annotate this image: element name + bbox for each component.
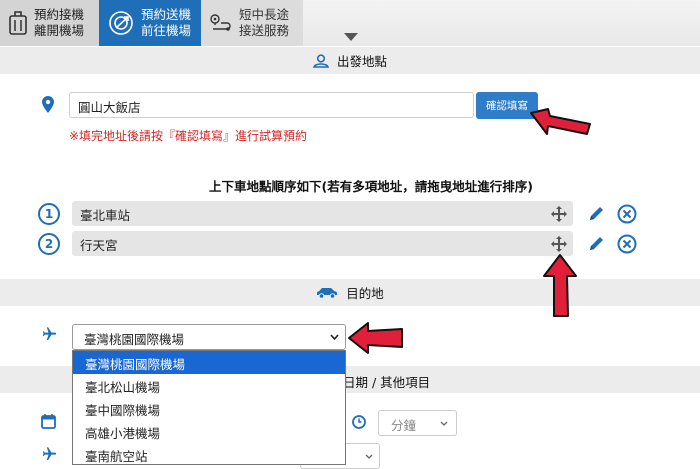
move-handle-icon[interactable] [551, 206, 567, 222]
move-handle-icon[interactable] [551, 236, 567, 252]
departure-header-label: 出發地點 [336, 54, 387, 69]
map-marker-icon [42, 96, 54, 113]
stop-row-2[interactable]: 行天宮 [72, 231, 573, 256]
departure-header: 出發地點 [0, 47, 700, 74]
stop-name: 臺北車站 [80, 208, 131, 223]
person-pin-icon [312, 53, 329, 68]
date-header-label: 日期 / 其他項目 [343, 375, 431, 390]
destination-header: 目的地 [0, 279, 700, 306]
car-icon [317, 287, 338, 299]
calendar-icon [41, 414, 56, 429]
dropdown-option[interactable]: 高雄小港機場 [73, 420, 345, 443]
chevron-down-icon [440, 421, 448, 426]
address-input[interactable]: 圓山大飯店 [69, 92, 474, 118]
destination-select[interactable]: 臺灣桃園國際機場 [72, 324, 346, 350]
dropdown-option[interactable]: 臺灣桃園國際機場 [73, 351, 345, 374]
chevron-down-icon [330, 334, 339, 340]
edit-pencil-icon[interactable] [588, 235, 605, 252]
edit-pencil-icon[interactable] [588, 205, 605, 222]
airplane-icon [42, 327, 57, 340]
tab-long-distance[interactable]: 短中長途 接送服務 [201, 0, 303, 46]
chevron-down-icon [365, 454, 373, 459]
tab-label: 預約接機 離開機場 [34, 7, 85, 38]
tab-label: 短中長途 接送服務 [239, 7, 290, 38]
annotation-arrow-move [543, 254, 577, 317]
stop-order-title: 上下車地點順序如下(若有多項地址，請拖曳地址進行排序) [209, 179, 533, 194]
airplane-icon [42, 447, 57, 460]
address-warning: ※填完地址後請按『確認填寫』進行試算預約 [69, 129, 308, 143]
tab-label: 預約送機 前往機場 [141, 7, 192, 38]
stop-number-1: 1 [38, 203, 60, 225]
dropdown-option[interactable]: 臺南航空站 [73, 443, 345, 466]
luggage-icon [9, 11, 27, 35]
stop-row-1[interactable]: 臺北車站 [72, 201, 573, 226]
tab-airport-dropoff[interactable]: 預約送機 前往機場 [99, 0, 201, 46]
tab-airport-pickup[interactable]: 預約接機 離開機場 [0, 0, 99, 46]
route-icon [210, 14, 231, 31]
clock-icon [352, 415, 366, 429]
destination-dropdown-list: 臺灣桃園國際機場 臺北松山機場 臺中國際機場 高雄小港機場 臺南航空站 [72, 350, 346, 465]
dropdown-option[interactable]: 臺北松山機場 [73, 374, 345, 397]
destination-header-label: 目的地 [346, 286, 384, 301]
destination-selected: 臺灣桃園國際機場 [84, 332, 185, 347]
confirm-button-label: 確認填寫 [486, 100, 528, 112]
remove-circle-icon[interactable] [617, 234, 637, 254]
target-icon [109, 11, 133, 35]
tab-bar-filler [303, 0, 700, 46]
minute-select[interactable]: 分鐘 [378, 410, 457, 436]
annotation-arrow-confirm [530, 108, 591, 135]
caret-down-icon[interactable] [344, 33, 358, 41]
stop-number-2: 2 [38, 233, 60, 255]
stop-name: 行天宮 [80, 238, 118, 253]
dropdown-option[interactable]: 臺中國際機場 [73, 397, 345, 420]
annotation-arrow-destination [348, 322, 403, 354]
address-value: 圓山大飯店 [78, 100, 141, 115]
minute-placeholder: 分鐘 [391, 418, 417, 433]
remove-circle-icon[interactable] [617, 204, 637, 224]
